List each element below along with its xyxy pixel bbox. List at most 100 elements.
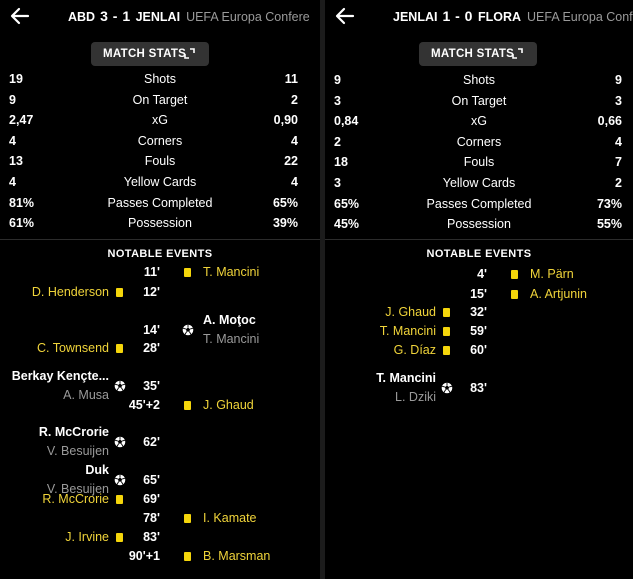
booked-player[interactable]: J. Irvine bbox=[65, 527, 109, 547]
stat-label: Possession bbox=[447, 217, 511, 232]
stat-label: xG bbox=[152, 113, 168, 128]
competition-name: UEFA Europa Confere bbox=[186, 10, 310, 24]
event-minute: 12' bbox=[143, 285, 160, 299]
expand-icon bbox=[184, 48, 195, 59]
ball-icon bbox=[114, 380, 126, 392]
score-line[interactable]: ABD 3 - 1 JENLAI UEFA Europa Confere bbox=[68, 0, 310, 32]
yellow-card-icon bbox=[443, 327, 450, 336]
match-stats-button[interactable]: MATCH STATS bbox=[91, 42, 209, 66]
event-row[interactable]: 12' D. Henderson bbox=[0, 282, 320, 302]
event-row[interactable]: 15' A. Artjunin bbox=[325, 284, 633, 304]
goal-scorer[interactable]: T. Mancini bbox=[376, 368, 436, 388]
booked-player[interactable]: R. McCrorie bbox=[42, 489, 109, 509]
stat-away-value: 65% bbox=[272, 195, 298, 210]
booked-player[interactable]: M. Pärn bbox=[530, 264, 574, 284]
event-row[interactable]: 78' I. Kamate bbox=[0, 508, 320, 528]
event-minute: 35' bbox=[143, 379, 160, 393]
event-minute: 15' bbox=[470, 287, 487, 301]
stat-label: Corners bbox=[137, 133, 183, 148]
event-minute: 60' bbox=[470, 343, 487, 357]
booked-player[interactable]: J. Ghaud bbox=[385, 302, 436, 322]
stat-row: 2 Corners 4 bbox=[325, 132, 633, 152]
match-stats-label: MATCH STATS bbox=[431, 48, 515, 60]
stat-row: 4 Yellow Cards 4 bbox=[0, 172, 320, 192]
event-row[interactable]: 69' R. McCrorie bbox=[0, 489, 320, 509]
stat-away-value: 39% bbox=[272, 216, 298, 231]
stat-away-value: 4 bbox=[291, 133, 298, 148]
expand-icon bbox=[512, 48, 523, 59]
booked-player[interactable]: T. Mancini bbox=[380, 321, 436, 341]
match-stats-label: MATCH STATS bbox=[103, 48, 187, 60]
event-minute: 59' bbox=[470, 324, 487, 338]
booked-player[interactable]: T. Mancini bbox=[203, 262, 259, 282]
assist-player[interactable]: V. Besuijen bbox=[47, 442, 109, 460]
booked-player[interactable]: D. Henderson bbox=[32, 282, 109, 302]
booked-player[interactable]: A. Artjunin bbox=[530, 284, 587, 304]
event-minute: 4' bbox=[477, 267, 487, 281]
match-stats-button[interactable]: MATCH STATS bbox=[419, 42, 537, 66]
event-row[interactable]: 11' T. Mancini bbox=[0, 262, 320, 282]
event-row[interactable]: 90'+1 B. Marsman bbox=[0, 546, 320, 566]
match-header: ABD 3 - 1 JENLAI UEFA Europa Confere bbox=[0, 0, 320, 32]
stat-label: Passes Completed bbox=[426, 196, 532, 211]
stat-away-value: 73% bbox=[596, 196, 622, 211]
booked-player[interactable]: C. Townsend bbox=[37, 338, 109, 358]
event-minute: 45'+2 bbox=[128, 398, 160, 412]
stat-away-value: 2 bbox=[615, 176, 622, 190]
stat-away-value: 3 bbox=[615, 93, 622, 108]
stat-row: 2,47 xG 0,90 bbox=[0, 110, 320, 130]
event-row[interactable]: 59' T. Mancini bbox=[325, 321, 633, 341]
stat-row: 13 Fouls 22 bbox=[0, 151, 320, 171]
away-team-abbr: JENLAI bbox=[135, 10, 181, 24]
event-row[interactable]: 60' G. Díaz bbox=[325, 340, 633, 360]
event-row[interactable]: 83' J. Irvine bbox=[0, 527, 320, 547]
score: 3 - 1 bbox=[100, 8, 131, 24]
booked-player[interactable]: G. Díaz bbox=[394, 340, 436, 360]
stat-row: 4 Corners 4 bbox=[0, 131, 320, 151]
event-minute: 78' bbox=[143, 511, 160, 525]
goal-scorer[interactable]: A. Moţoc bbox=[203, 310, 256, 330]
stat-row: 3 On Target 3 bbox=[325, 91, 633, 111]
yellow-card-icon bbox=[116, 533, 123, 542]
goal-scorer[interactable]: R. McCrorie bbox=[39, 422, 109, 442]
home-team-abbr: JENLAI bbox=[393, 10, 438, 24]
back-arrow-icon[interactable] bbox=[9, 5, 31, 27]
booked-player[interactable]: I. Kamate bbox=[203, 508, 257, 528]
event-row[interactable]: 45'+2 J. Ghaud bbox=[0, 395, 320, 415]
ball-icon bbox=[114, 436, 126, 448]
back-arrow-icon[interactable] bbox=[334, 5, 356, 27]
ball-icon bbox=[441, 382, 453, 394]
event-minute: 11' bbox=[143, 265, 160, 279]
stat-row: 18 Fouls 7 bbox=[325, 152, 633, 172]
stat-row: 81% Passes Completed 65% bbox=[0, 193, 320, 213]
stat-away-value: 2 bbox=[291, 92, 298, 107]
match-panel-0: ABD 3 - 1 JENLAI UEFA Europa Confere MATCH … bbox=[0, 0, 320, 579]
event-minute: 32' bbox=[470, 305, 487, 319]
event-minute: 90'+1 bbox=[128, 549, 160, 563]
event-row[interactable]: 83' T. Mancini L. Dziki bbox=[325, 369, 633, 407]
booked-player[interactable]: J. Ghaud bbox=[203, 395, 254, 415]
stat-row: 19 Shots 11 bbox=[0, 69, 320, 89]
stat-row: 61% Possession 39% bbox=[0, 213, 320, 233]
event-row[interactable]: 32' J. Ghaud bbox=[325, 302, 633, 322]
stat-row: 3 Yellow Cards 2 bbox=[325, 173, 633, 193]
home-team-abbr: ABD bbox=[68, 10, 96, 24]
stat-away-value: 22 bbox=[284, 154, 298, 169]
event-minute: 14' bbox=[143, 323, 160, 337]
goal-scorer[interactable]: Berkay Kençte... bbox=[12, 366, 109, 386]
score-line[interactable]: JENLAI 1 - 0 FLORA UEFA Europa Conf bbox=[393, 0, 633, 32]
yellow-card-icon bbox=[184, 401, 191, 410]
yellow-card-icon bbox=[116, 288, 123, 297]
event-row[interactable]: 62' R. McCrorie V. Besuijen bbox=[0, 423, 320, 461]
event-minute: 65' bbox=[143, 473, 160, 487]
assist-player[interactable]: L. Dziki bbox=[395, 388, 436, 406]
goal-scorer[interactable]: Duk bbox=[85, 460, 109, 480]
event-row[interactable]: 4' M. Pärn bbox=[325, 264, 633, 284]
booked-player[interactable]: B. Marsman bbox=[203, 546, 270, 566]
notable-events-title: NOTABLE EVENTS bbox=[107, 248, 213, 260]
stat-row: 9 Shots 9 bbox=[325, 70, 633, 90]
stat-away-value: 4 bbox=[615, 134, 622, 149]
event-row[interactable]: 28' C. Townsend bbox=[0, 338, 320, 358]
stat-label: Shots bbox=[463, 73, 495, 87]
stat-row: 9 On Target 2 bbox=[0, 90, 320, 110]
